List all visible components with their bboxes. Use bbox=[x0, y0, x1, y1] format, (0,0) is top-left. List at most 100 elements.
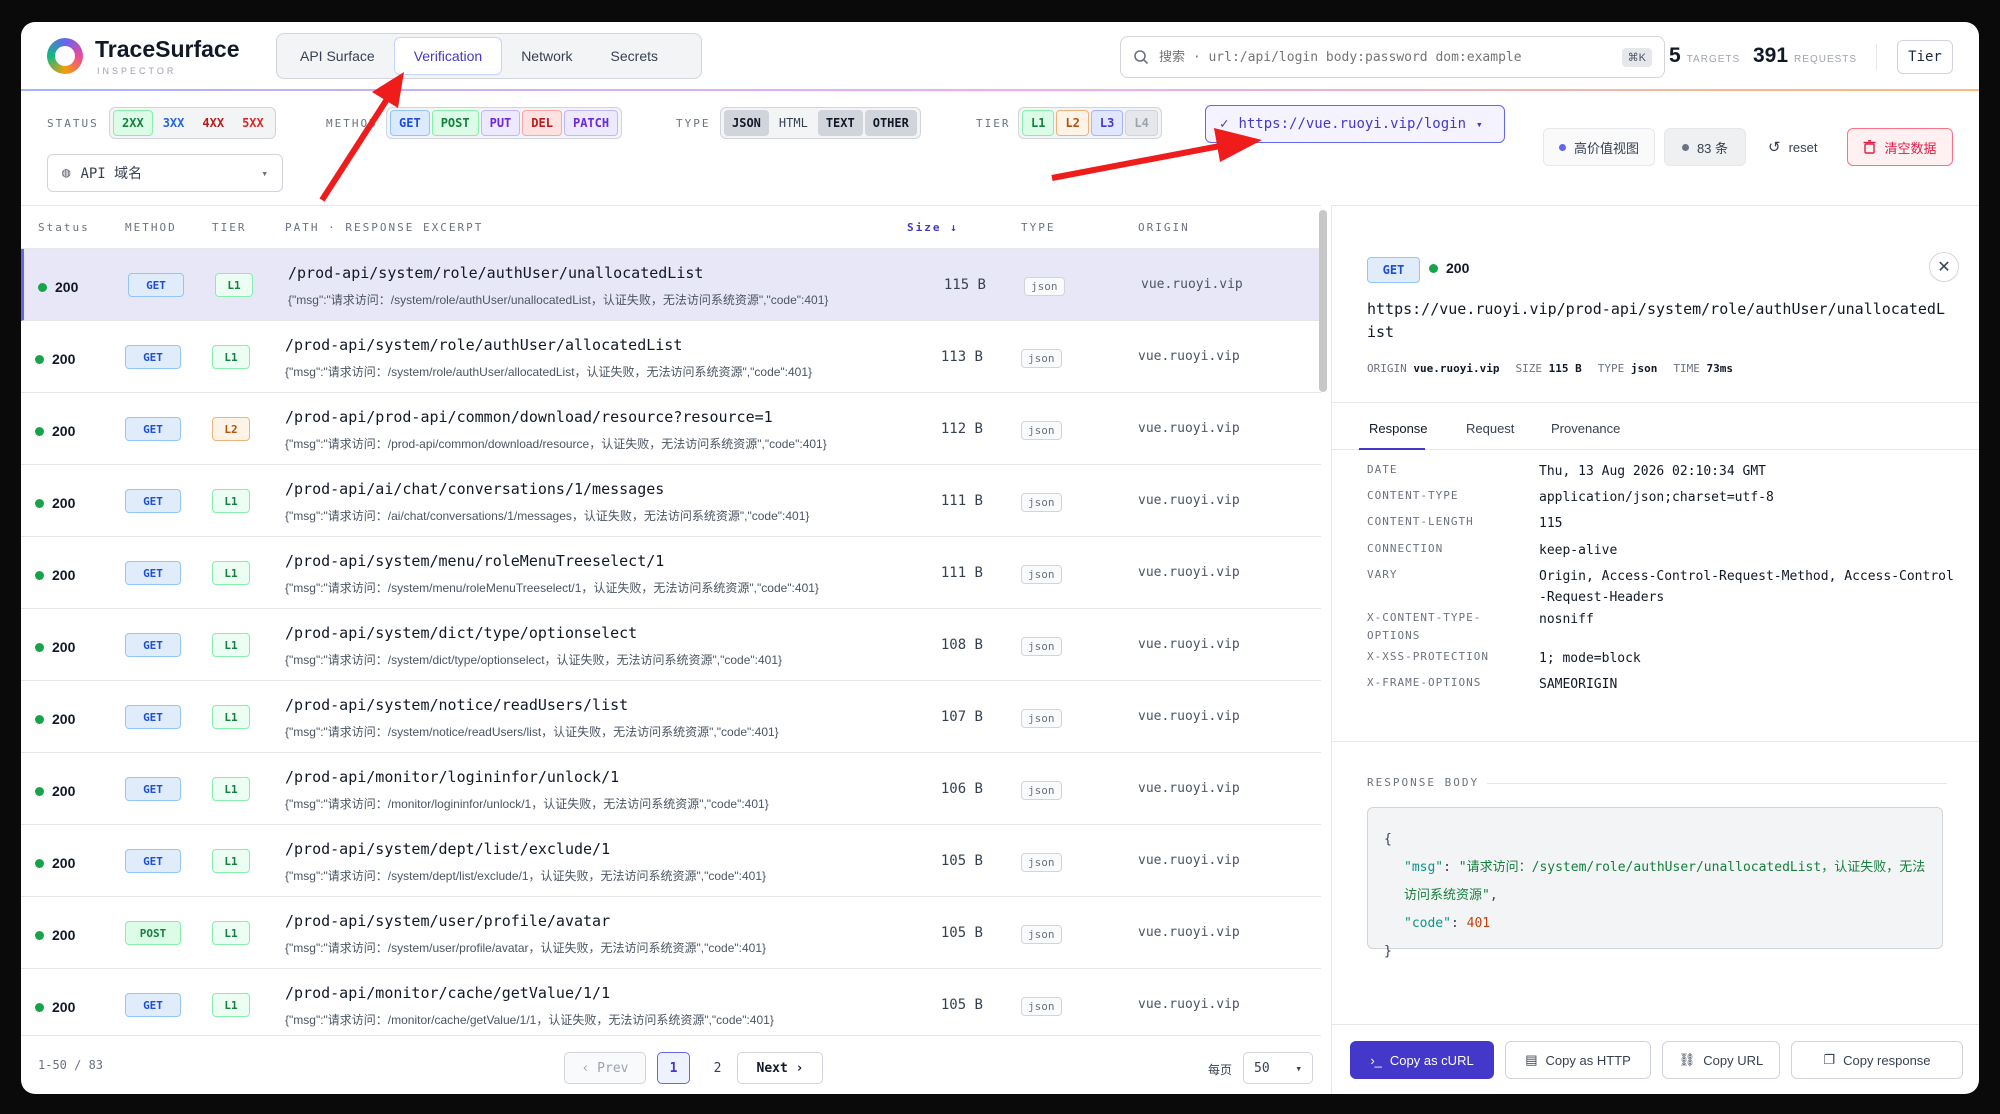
table-row[interactable]: 200 GET L2/prod-api/prod-api/common/downlo… bbox=[21, 393, 1321, 465]
type-chip-text[interactable]: TEXT bbox=[817, 110, 863, 136]
request-path: /prod-api/monitor/cache/getValue/1/1 bbox=[285, 984, 611, 1002]
table-row[interactable]: 200 GET L1/prod-api/monitor/cache/getValue… bbox=[21, 969, 1321, 1035]
tier-chip-l4[interactable]: L4 bbox=[1125, 110, 1158, 136]
copy-curl-button[interactable]: ›_ Copy as cURL bbox=[1350, 1041, 1494, 1079]
method-badge: POST bbox=[125, 921, 181, 945]
copy-response-button[interactable]: ❐ Copy response bbox=[1791, 1041, 1963, 1079]
method-badge: GET bbox=[125, 993, 181, 1017]
next-label: Next bbox=[756, 1060, 788, 1076]
request-path: /prod-api/monitor/logininfor/unlock/1 bbox=[285, 768, 620, 786]
response-excerpt: {"msg":"请求访问：/system/notice/readUsers/li… bbox=[285, 725, 779, 739]
app-subtitle: INSPECTOR bbox=[97, 66, 177, 76]
page-1-button[interactable]: 1 bbox=[657, 1052, 690, 1084]
pagination-range: 1-50 / 83 bbox=[38, 1058, 104, 1072]
tier-chip-l1[interactable]: L1 bbox=[1022, 110, 1055, 136]
response-excerpt: {"msg":"请求访问：/system/role/authUser/alloc… bbox=[285, 365, 813, 379]
response-body[interactable]: { "msg": "请求访问：/system/role/authUser/una… bbox=[1367, 807, 1943, 959]
tab-verification[interactable]: Verification bbox=[393, 37, 503, 75]
reset-button[interactable]: ↺ reset bbox=[1754, 128, 1831, 166]
close-icon[interactable]: ✕ bbox=[1929, 252, 1959, 282]
copy-http-button[interactable]: ▤ Copy as HTTP bbox=[1505, 1041, 1651, 1079]
method-badge: GET bbox=[125, 705, 181, 729]
tier-chip-l3[interactable]: L3 bbox=[1090, 110, 1124, 136]
table-row[interactable]: 200 GET L1/prod-api/monitor/logininfor/unl… bbox=[21, 753, 1321, 825]
tier-badge: L1 bbox=[212, 849, 250, 873]
tab-request[interactable]: Request bbox=[1466, 421, 1514, 436]
page-2-button[interactable]: 2 bbox=[701, 1052, 734, 1084]
domain-select[interactable]: ◍ API 域名 ▾ bbox=[47, 154, 283, 192]
status-dot-icon bbox=[35, 714, 44, 724]
table-row[interactable]: 200 POST L1/prod-api/system/user/profile/a… bbox=[21, 897, 1321, 969]
targets-count: 5 bbox=[1669, 44, 1681, 67]
tab-response[interactable]: Response bbox=[1369, 421, 1428, 436]
detail-actions: ›_ Copy as cURL ▤ Copy as HTTP ⛓ Copy URL ❐… bbox=[1332, 1024, 1979, 1094]
method-chip-get[interactable]: GET bbox=[390, 110, 430, 136]
status-dot-icon bbox=[35, 858, 44, 868]
col-tier[interactable]: TIER bbox=[212, 221, 247, 234]
type-filter-group: JSON HTML TEXT OTHER bbox=[720, 107, 921, 139]
type-meta: TYPE json bbox=[1597, 362, 1658, 375]
chevron-left-icon: ‹ bbox=[581, 1060, 590, 1076]
col-method[interactable]: METHOD bbox=[125, 221, 177, 234]
col-origin[interactable]: ORIGIN bbox=[1138, 221, 1190, 234]
json-open: { bbox=[1384, 832, 1392, 847]
clear-data-button[interactable]: 清空数据 bbox=[1847, 128, 1953, 166]
search-input[interactable] bbox=[1159, 49, 1612, 65]
json-value-code: 401 bbox=[1466, 916, 1491, 931]
tab-provenance[interactable]: Provenance bbox=[1551, 421, 1620, 436]
tab-api-surface[interactable]: API Surface bbox=[281, 37, 394, 75]
table-row[interactable]: 200 GET L1/prod-api/system/dict/type/optio… bbox=[21, 609, 1321, 681]
type-chip-json[interactable]: JSON bbox=[724, 110, 769, 136]
status-dot-icon bbox=[35, 930, 44, 940]
high-value-view-button[interactable]: 高价值视图 bbox=[1543, 128, 1655, 166]
method-filter-group: GET POST PUT DEL PATCH bbox=[386, 107, 623, 139]
table-row[interactable]: 200 GET L1/prod-api/system/menu/roleMenuTr… bbox=[21, 537, 1321, 609]
method-chip-put[interactable]: PUT bbox=[480, 110, 521, 136]
prev-page-button[interactable]: ‹ Prev bbox=[564, 1052, 646, 1084]
header-value: 115 bbox=[1539, 516, 1563, 531]
method-badge: GET bbox=[125, 417, 181, 441]
status-chip-3xx[interactable]: 3XX bbox=[155, 110, 193, 136]
method-badge: GET bbox=[125, 777, 181, 801]
logo-icon bbox=[47, 38, 83, 74]
detail-panel: GET 200 ✕ https://vue.ruoyi.vip/prod-api… bbox=[1331, 205, 1979, 1094]
type-chip-other[interactable]: OTHER bbox=[864, 110, 917, 136]
size-meta: SIZE 115 B bbox=[1515, 362, 1582, 375]
method-chip-patch[interactable]: PATCH bbox=[563, 110, 619, 136]
method-chip-post[interactable]: POST bbox=[431, 110, 479, 136]
row-status: 200 bbox=[35, 927, 75, 943]
response-size: 105 B bbox=[940, 997, 983, 1013]
col-path[interactable]: PATH · RESPONSE EXCERPT bbox=[285, 221, 483, 234]
tier-chip-l2[interactable]: L2 bbox=[1056, 110, 1089, 136]
count-badge: 83 条 bbox=[1664, 128, 1746, 166]
table-row[interactable]: 200 GET L1/prod-api/system/role/authUser/u… bbox=[21, 249, 1321, 321]
next-page-button[interactable]: Next › bbox=[737, 1052, 823, 1084]
target-url-select[interactable]: ✓ https://vue.ruoyi.vip/login ▾ bbox=[1205, 105, 1505, 143]
active-tab-indicator bbox=[1359, 448, 1425, 450]
type-badge: json bbox=[1021, 349, 1062, 368]
table-row[interactable]: 200 GET L1/prod-api/ai/chat/conversations/… bbox=[21, 465, 1321, 537]
col-type[interactable]: TYPE bbox=[1021, 221, 1056, 234]
per-page-select[interactable]: 50 ▾ bbox=[1243, 1052, 1313, 1084]
table-row[interactable]: 200 GET L1/prod-api/system/dept/list/exclu… bbox=[21, 825, 1321, 897]
col-status[interactable]: Status bbox=[38, 221, 90, 234]
json-msg-line: "msg": "请求访问：/system/role/authUser/unall… bbox=[1404, 860, 1926, 903]
table-row[interactable]: 200 GET L1/prod-api/system/notice/readUser… bbox=[21, 681, 1321, 753]
tier-button[interactable]: Tier bbox=[1897, 40, 1953, 74]
request-path: /prod-api/system/role/authUser/unallocat… bbox=[288, 264, 704, 282]
table-row[interactable]: 200 GET L1/prod-api/system/role/authUser/a… bbox=[21, 321, 1321, 393]
copy-url-button[interactable]: ⛓ Copy URL bbox=[1662, 1041, 1780, 1079]
col-size[interactable]: Size ↓ bbox=[907, 221, 959, 234]
tab-network[interactable]: Network bbox=[502, 37, 591, 75]
status-chip-4xx[interactable]: 4XX bbox=[194, 110, 232, 136]
status-chip-5xx[interactable]: 5XX bbox=[234, 110, 272, 136]
table-scrollbar[interactable] bbox=[1319, 210, 1327, 392]
origin: vue.ruoyi.vip bbox=[1138, 637, 1240, 652]
method-chip-del[interactable]: DEL bbox=[522, 110, 562, 136]
response-excerpt: {"msg":"请求访问：/system/dict/type/optionsel… bbox=[285, 653, 783, 667]
type-chip-html[interactable]: HTML bbox=[771, 110, 816, 136]
tab-secrets[interactable]: Secrets bbox=[592, 37, 677, 75]
header-value: Thu, 13 Aug 2026 02:10:34 GMT bbox=[1539, 464, 1766, 479]
table-header: Status METHOD TIER PATH · RESPONSE EXCER… bbox=[21, 206, 1321, 249]
status-chip-2xx[interactable]: 2XX bbox=[113, 110, 153, 136]
